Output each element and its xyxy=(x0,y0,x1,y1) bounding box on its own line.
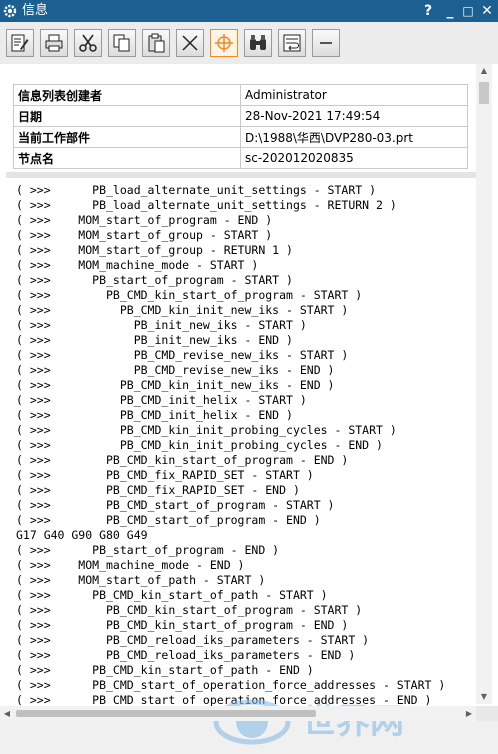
copy-button[interactable] xyxy=(108,29,136,57)
info-key: 信息列表创建者 xyxy=(13,84,241,106)
info-value: Administrator xyxy=(240,84,468,106)
paste-button[interactable] xyxy=(142,29,170,57)
resize-corner[interactable] xyxy=(476,706,498,721)
title-bar[interactable]: 信息 ? _ □ ✕ xyxy=(0,0,498,22)
info-header-table: 信息列表创建者 Administrator 日期 28-Nov-2021 17:… xyxy=(13,84,468,169)
clear-icon xyxy=(182,35,198,51)
horizontal-scrollbar[interactable]: ◀ ▶ xyxy=(0,706,476,721)
section-divider xyxy=(6,172,476,178)
scroll-down-icon[interactable]: ▼ xyxy=(476,690,492,704)
copy-icon xyxy=(113,34,130,52)
info-value: sc-202012020835 xyxy=(240,147,468,169)
table-row: 信息列表创建者 Administrator xyxy=(13,84,468,106)
info-key: 节点名 xyxy=(13,147,241,169)
vertical-scrollbar[interactable]: ▲ ▼ xyxy=(476,64,492,704)
table-row: 当前工作部件 D:\1988\华西\DVP280-03.prt xyxy=(13,126,468,148)
info-key: 当前工作部件 xyxy=(13,126,241,148)
find-button[interactable] xyxy=(244,29,272,57)
table-row: 日期 28-Nov-2021 17:49:54 xyxy=(13,105,468,127)
table-row: 节点名 sc-202012020835 xyxy=(13,147,468,169)
scroll-left-icon[interactable]: ◀ xyxy=(0,706,14,721)
clear-button[interactable] xyxy=(176,29,204,57)
help-button[interactable]: ? xyxy=(418,1,438,21)
print-button[interactable] xyxy=(40,29,68,57)
window-title: 信息 xyxy=(22,3,49,18)
info-value: D:\1988\华西\DVP280-03.prt xyxy=(240,126,468,148)
close-button[interactable]: ✕ xyxy=(477,1,497,21)
save-icon xyxy=(11,34,29,52)
info-window-content: 信息列表创建者 Administrator 日期 28-Nov-2021 17:… xyxy=(0,64,498,745)
scroll-right-icon[interactable]: ▶ xyxy=(462,706,476,721)
info-scroll-area[interactable]: 信息列表创建者 Administrator 日期 28-Nov-2021 17:… xyxy=(6,68,476,706)
collapse-button[interactable] xyxy=(312,29,340,57)
wrap-button[interactable] xyxy=(278,29,306,57)
wrap-icon xyxy=(283,34,301,52)
minus-icon xyxy=(320,42,332,44)
paste-icon xyxy=(148,33,165,53)
vertical-scroll-thumb[interactable] xyxy=(479,82,489,104)
cut-button[interactable] xyxy=(74,29,102,57)
print-icon xyxy=(45,34,63,52)
gear-icon xyxy=(3,4,17,18)
save-button[interactable] xyxy=(6,29,34,57)
target-button[interactable] xyxy=(210,29,238,57)
info-value: 28-Nov-2021 17:49:54 xyxy=(240,105,468,127)
toolbar xyxy=(0,22,498,65)
scroll-up-icon[interactable]: ▲ xyxy=(476,64,492,78)
horizontal-scroll-thumb[interactable] xyxy=(16,710,316,717)
watermark: 世界网 xyxy=(212,690,404,754)
info-key: 日期 xyxy=(13,105,241,127)
cut-icon xyxy=(79,34,97,52)
minimize-button[interactable]: _ xyxy=(440,1,460,21)
find-icon xyxy=(250,35,266,50)
maximize-button[interactable]: □ xyxy=(458,1,478,21)
log-output[interactable]: ( >>> PB_load_alternate_unit_settings - … xyxy=(16,183,445,706)
target-icon xyxy=(215,34,233,52)
